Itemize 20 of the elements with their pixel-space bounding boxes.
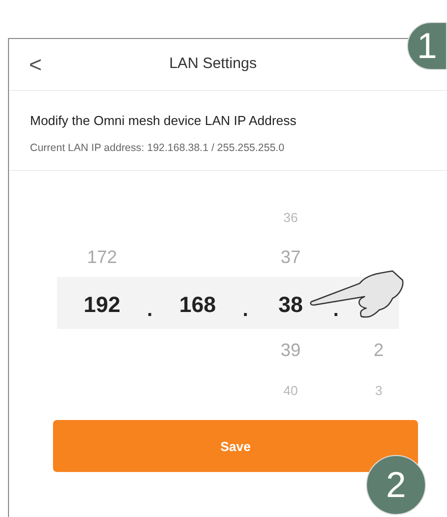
pointing-hand-icon xyxy=(310,270,405,320)
picker-selected-value[interactable]: 168 xyxy=(179,288,216,321)
separator-dot: . xyxy=(242,300,248,320)
section-heading: Modify the Omni mesh device LAN IP Address xyxy=(30,112,298,130)
separator-dot: . xyxy=(147,300,153,320)
picker-option[interactable]: 3 xyxy=(375,384,382,397)
picker-selected-value[interactable]: 192 xyxy=(84,288,120,321)
picker-option[interactable]: 2 xyxy=(374,341,384,360)
save-button[interactable]: Save xyxy=(53,420,418,472)
picker-option[interactable]: 172 xyxy=(86,248,118,266)
picker-option[interactable]: 37 xyxy=(280,248,301,266)
picker-selected-value[interactable]: 38 xyxy=(278,288,303,321)
screen-title: LAN Settings xyxy=(169,54,258,74)
back-button[interactable]: < xyxy=(29,48,42,81)
picker-option[interactable]: 40 xyxy=(283,384,298,397)
step-badge: 1 xyxy=(407,22,447,70)
current-ip-text: Current LAN IP address: 192.168.38.1 / 255.255.255.0 xyxy=(30,140,286,156)
separator-dot: . xyxy=(333,300,339,320)
picker-option[interactable]: 39 xyxy=(280,341,301,360)
picker-option[interactable]: 36 xyxy=(283,210,298,224)
